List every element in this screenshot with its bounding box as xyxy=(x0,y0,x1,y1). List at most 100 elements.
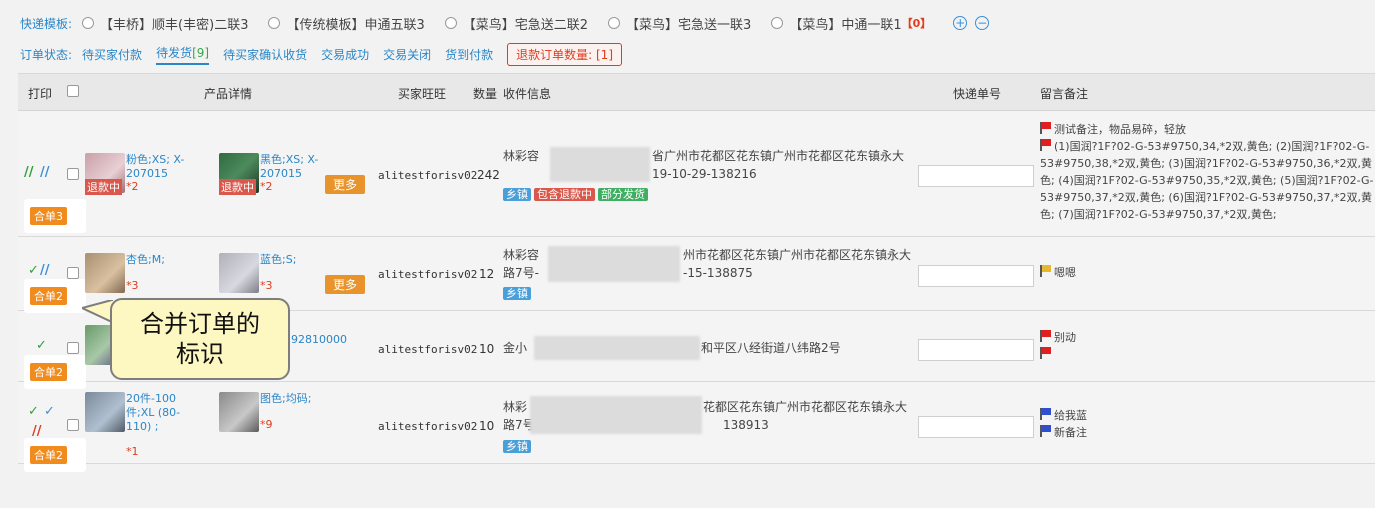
receiver-name: 林彩容 xyxy=(503,248,540,262)
plus-circle-icon[interactable]: + xyxy=(953,16,968,30)
header-qty: 数量 xyxy=(473,87,498,101)
receiver-name: 林彩容 xyxy=(503,149,540,163)
template-option-5[interactable]: 【菜鸟】中通一联1 【0】 xyxy=(771,14,931,33)
product-image[interactable] xyxy=(85,253,125,293)
orders-table: 打印 产品详情 买家旺旺 数量 收件信息 快递单号 留言备注 // // 合单3… xyxy=(18,73,1375,472)
print-status-icon: // xyxy=(40,263,50,278)
product-qty: *9 xyxy=(260,418,273,431)
print-status-icon: ✓ xyxy=(36,338,47,353)
order-qty: 12 xyxy=(479,267,495,281)
receiver-address-line2b: -15-138875 xyxy=(683,266,753,280)
print-status-icon: ✓ xyxy=(28,404,39,419)
blurred-region xyxy=(548,246,680,282)
tab-awaiting-confirm[interactable]: 待买家确认收货 xyxy=(223,46,307,63)
merged-order-callout: 合并订单的 标识 xyxy=(110,298,290,380)
tab-awaiting-shipment[interactable]: 待发货[9] xyxy=(156,44,210,65)
print-status-icon: // xyxy=(40,165,50,180)
minus-circle-icon[interactable]: − xyxy=(975,16,990,30)
more-button[interactable]: 更多 xyxy=(325,175,366,194)
red-flag-icon xyxy=(1040,347,1052,359)
receiver-tags: 乡镇 xyxy=(503,438,534,454)
radio-icon[interactable] xyxy=(82,17,95,29)
row-checkbox[interactable] xyxy=(67,419,79,434)
product-sku[interactable]: 图色;均码; xyxy=(260,392,311,406)
product-sku[interactable]: 蓝色;S; xyxy=(260,253,320,267)
radio-icon[interactable] xyxy=(268,17,281,29)
blurred-region xyxy=(534,336,700,360)
tab-trade-success[interactable]: 交易成功 xyxy=(321,46,369,63)
tab-awaiting-payment[interactable]: 待买家付款 xyxy=(82,46,142,63)
buyer-name: alitestforisv02 xyxy=(378,268,478,281)
row-checkbox[interactable] xyxy=(67,168,79,183)
receiver-tags: 乡镇 包含退款中 部分发货 xyxy=(503,186,651,202)
template-selector: 快递模板: 【丰桥】顺丰(丰密)二联3 【传统模板】申通五联3 【菜鸟】宅急送二… xyxy=(20,12,990,34)
tag-contains-refund: 包含退款中 xyxy=(534,188,595,201)
status-label: 订单状态: xyxy=(20,47,73,62)
radio-icon[interactable] xyxy=(608,17,621,29)
merge-badge[interactable]: 合单2 xyxy=(30,363,67,381)
product-qty: *3 xyxy=(126,279,139,292)
template-option-4[interactable]: 【菜鸟】宅急送一联3 xyxy=(608,14,751,33)
table-row: ✓ ✓ // 合单2 20件-100 件;XL (80- 110) ; *1 图… xyxy=(18,382,1375,472)
more-button[interactable]: 更多 xyxy=(325,275,366,294)
product-sku[interactable]: 20件-100 件;XL (80- 110) ; xyxy=(126,392,206,434)
tracking-number-input[interactable] xyxy=(918,165,1034,187)
radio-icon[interactable] xyxy=(771,17,784,29)
product-qty: *3 xyxy=(260,279,273,292)
refund-tag: 退款中 xyxy=(85,179,122,195)
tag-township: 乡镇 xyxy=(503,188,531,201)
radio-icon[interactable] xyxy=(444,17,457,29)
print-status-icon: // xyxy=(32,424,42,439)
receiver-address: 和平区八经街道八纬路2号 xyxy=(701,341,841,355)
product-image[interactable] xyxy=(85,392,125,432)
red-flag-icon xyxy=(1040,139,1052,151)
header-receiver: 收件信息 xyxy=(503,87,552,101)
buyer-name: alitestforisv02 xyxy=(378,420,478,433)
order-qty: 10 xyxy=(479,342,495,356)
blurred-region xyxy=(530,396,702,434)
tracking-number-input[interactable] xyxy=(918,339,1034,361)
note-item: 给我蓝 xyxy=(1040,407,1087,424)
tracking-number-input[interactable] xyxy=(918,265,1034,287)
header-tracking: 快递单号 xyxy=(953,87,1002,101)
header-buyer: 买家旺旺 xyxy=(398,87,447,101)
yellow-flag-icon xyxy=(1040,265,1052,277)
product-sku[interactable]: 黑色;XS; X-207015 xyxy=(260,153,320,181)
red-flag-icon xyxy=(1040,122,1052,134)
product-image[interactable] xyxy=(219,392,259,432)
merge-badge[interactable]: 合单2 xyxy=(30,446,67,464)
note-item: 别动 xyxy=(1040,329,1076,346)
merge-badge-box: 合单2 xyxy=(24,438,86,472)
header-print: 打印 xyxy=(28,87,53,101)
order-qty: 242 xyxy=(477,168,500,182)
merge-badge[interactable]: 合单3 xyxy=(30,207,67,225)
refund-orders-button[interactable]: 退款订单数量: [1] xyxy=(507,42,622,66)
template-option-2[interactable]: 【传统模板】申通五联3 xyxy=(268,14,425,33)
red-flag-icon xyxy=(1040,330,1052,342)
select-all-checkbox[interactable] xyxy=(67,85,79,100)
product-image[interactable] xyxy=(219,253,259,293)
merge-badge[interactable]: 合单2 xyxy=(30,287,67,305)
order-qty: 10 xyxy=(479,419,495,433)
product-sku[interactable]: 粉色;XS; X-207015 xyxy=(126,153,206,181)
product-qty: *2 xyxy=(260,180,273,193)
print-status-icon: ✓ xyxy=(44,404,55,419)
tab-trade-closed[interactable]: 交易关闭 xyxy=(383,46,431,63)
receiver-address-line2: 路7号- xyxy=(503,266,539,280)
buyer-name: alitestforisv02 xyxy=(378,343,478,356)
receiver-address-line2b: 138913 xyxy=(723,418,769,432)
tag-township: 乡镇 xyxy=(503,440,531,453)
product-sku[interactable]: 杏色;M; xyxy=(126,253,206,267)
refund-tag: 退款中 xyxy=(219,179,256,195)
receiver-tags: 乡镇 xyxy=(503,285,534,301)
template-option-3[interactable]: 【菜鸟】宅急送二联2 xyxy=(444,14,588,33)
template-option-1[interactable]: 【丰桥】顺丰(丰密)二联3 xyxy=(82,14,248,33)
tracking-number-input[interactable] xyxy=(918,416,1034,438)
callout-line-2: 标识 xyxy=(176,340,224,368)
receiver-address-line2: 19-10-29-138216 xyxy=(652,167,757,181)
tab-cash-on-delivery[interactable]: 货到付款 xyxy=(445,46,493,63)
receiver-name: 金小 xyxy=(503,341,528,355)
note-item: (1)国润?1F?02-G-53#9750,34,*2双,黄色; (2)国润?1… xyxy=(1040,139,1374,221)
product-sku[interactable]: 92810000 xyxy=(291,333,347,347)
tag-township: 乡镇 xyxy=(503,287,531,300)
